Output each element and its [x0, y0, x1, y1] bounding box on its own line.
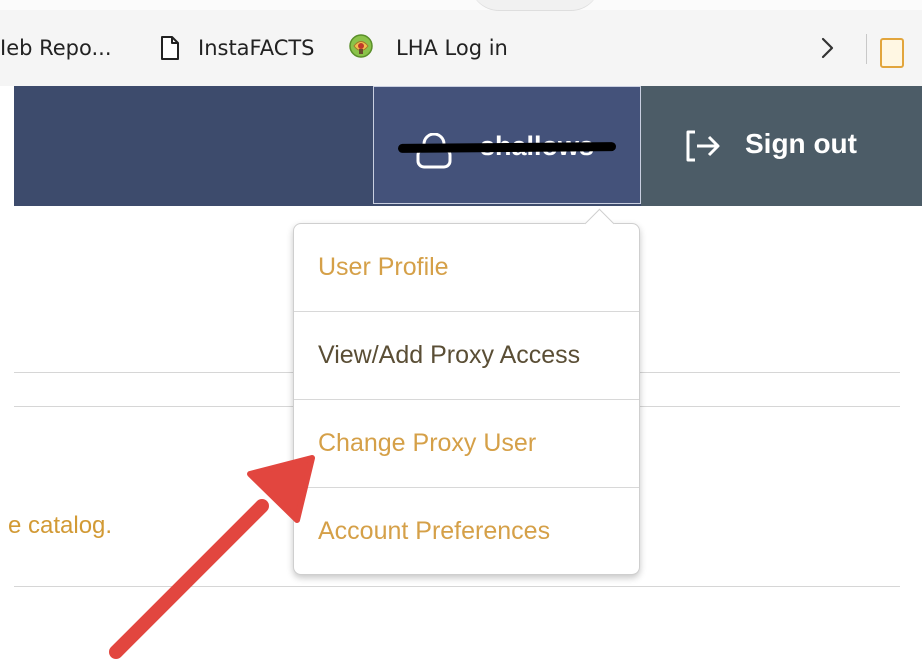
screenshot-root: Ieb Repo... InstaFACTS LHA Log in Sign o…: [0, 0, 922, 672]
annotation-arrow-icon: [109, 455, 315, 659]
